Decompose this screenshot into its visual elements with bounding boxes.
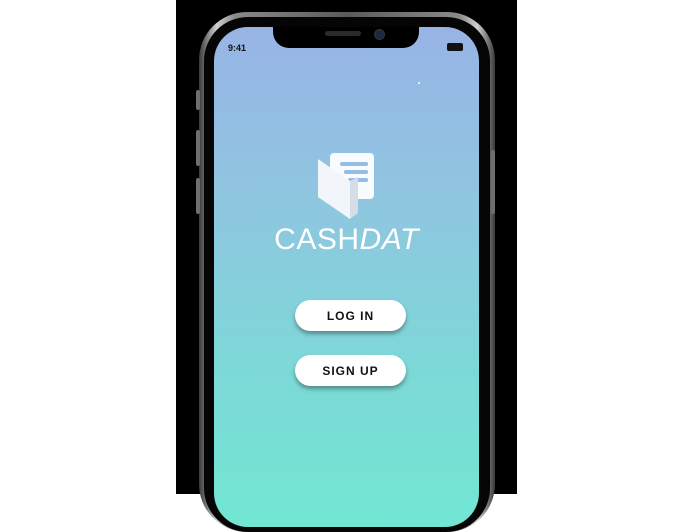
- speaker-icon: [325, 31, 361, 36]
- signup-button[interactable]: SIGN UP: [295, 355, 406, 386]
- power-button: [491, 150, 495, 214]
- silent-switch: [196, 90, 200, 110]
- notch: [273, 27, 419, 48]
- status-time: 9:41: [228, 43, 247, 53]
- app-screen: 9:41 CASHDAT LOG IN SIGN UP: [214, 27, 479, 527]
- wallet-receipt-icon: [318, 153, 374, 219]
- volume-down-button: [196, 178, 200, 214]
- brand-wordmark: CASHDAT: [214, 223, 479, 257]
- brand-part-cash: CASH: [274, 223, 360, 256]
- battery-icon: [447, 43, 463, 51]
- volume-up-button: [196, 130, 200, 166]
- brand-part-dat: DAT: [359, 223, 419, 256]
- decorative-dot: [418, 82, 420, 84]
- camera-icon: [374, 29, 385, 40]
- login-button[interactable]: LOG IN: [295, 300, 406, 331]
